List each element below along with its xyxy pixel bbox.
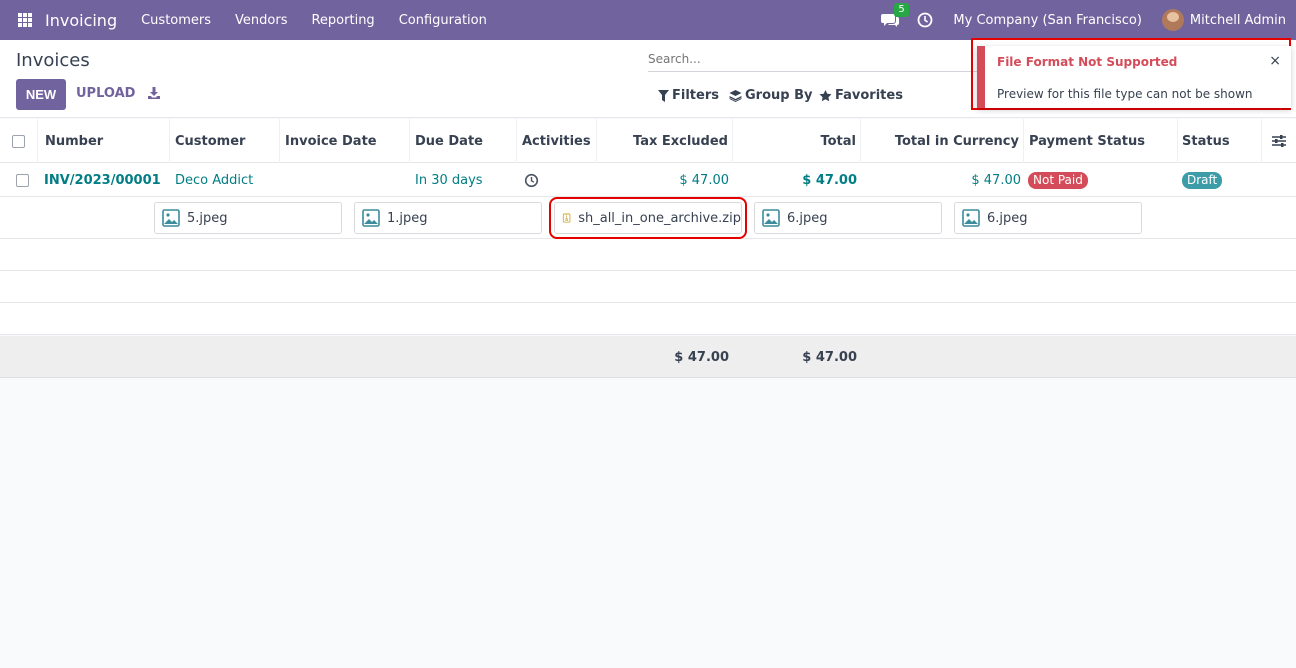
search-input[interactable] — [648, 48, 978, 70]
activity-icon[interactable] — [524, 173, 539, 188]
group-by-label: Group By — [745, 88, 813, 103]
column-activities[interactable]: Activities — [517, 119, 597, 163]
row-checkbox[interactable] — [15, 173, 29, 187]
new-button[interactable]: NEW — [16, 79, 66, 110]
chat-badge: 5 — [894, 3, 909, 17]
page-title: Invoices — [16, 50, 90, 71]
attachment-name: 5.jpeg — [187, 210, 228, 226]
filter-icon — [658, 89, 669, 102]
group-by-button[interactable]: Group By — [729, 88, 812, 103]
nav-configuration[interactable]: Configuration — [399, 13, 487, 28]
activity-clock-icon[interactable] — [917, 12, 933, 28]
status-badge: Draft — [1182, 171, 1223, 189]
footer-tax-excluded: $ 47.00 — [674, 349, 729, 365]
attachment-name: 1.jpeg — [387, 210, 428, 226]
company-switcher[interactable]: My Company (San Francisco) — [953, 13, 1141, 28]
select-all-cell — [0, 119, 38, 163]
total-value: $ 47.00 — [802, 172, 857, 188]
invoice-customer[interactable]: Deco Addict — [175, 163, 253, 197]
sliders-icon[interactable] — [1272, 135, 1286, 147]
filters-button[interactable]: Filters — [658, 88, 719, 103]
star-icon — [819, 89, 832, 101]
column-due-date[interactable]: Due Date — [410, 119, 517, 163]
attachment-item[interactable]: 5.jpeg — [154, 202, 342, 234]
table-header: Number Customer Invoice Date Due Date Ac… — [0, 119, 1296, 163]
payment-status-badge: Not Paid — [1028, 171, 1088, 189]
favorites-label: Favorites — [835, 88, 903, 103]
column-customer[interactable]: Customer — [170, 119, 280, 163]
invoice-list: Number Customer Invoice Date Due Date Ac… — [0, 119, 1296, 335]
tax-excluded-value: $ 47.00 — [679, 172, 729, 188]
empty-row — [0, 239, 1296, 271]
invoice-number[interactable]: INV/2023/00001 — [44, 163, 161, 197]
favorites-button[interactable]: Favorites — [819, 88, 903, 103]
status-cell: Draft — [1182, 163, 1223, 197]
image-file-icon — [162, 209, 180, 227]
image-file-icon — [362, 209, 380, 227]
attachments-row: 5.jpeg 1.jpeg sh_all_in_one_archive.zip … — [0, 197, 1296, 239]
column-total[interactable]: Total — [733, 119, 861, 163]
total-currency-value: $ 47.00 — [971, 172, 1021, 188]
user-menu[interactable]: Mitchell Admin — [1190, 13, 1286, 28]
attachment-item-zip[interactable]: sh_all_in_one_archive.zip — [549, 197, 747, 239]
column-status[interactable]: Status — [1178, 119, 1262, 163]
notification-title: File Format Not Supported — [997, 55, 1178, 69]
archive-file-icon — [562, 213, 571, 223]
activity-clock-cell — [524, 163, 539, 197]
nav-vendors[interactable]: Vendors — [235, 13, 287, 28]
empty-row — [0, 271, 1296, 303]
attachment-name: 6.jpeg — [787, 210, 828, 226]
column-tax-excluded[interactable]: Tax Excluded — [597, 119, 733, 163]
app-brand[interactable]: Invoicing — [45, 11, 117, 30]
payment-status-cell: Not Paid — [1028, 163, 1088, 197]
nav-reporting[interactable]: Reporting — [311, 13, 374, 28]
notification-toast: File Format Not Supported × Preview for … — [977, 46, 1291, 108]
user-avatar[interactable] — [1161, 9, 1184, 31]
download-icon[interactable] — [147, 86, 161, 100]
column-invoice-date[interactable]: Invoice Date — [280, 119, 410, 163]
search-bar — [648, 48, 978, 72]
image-file-icon — [962, 209, 980, 227]
table-row[interactable]: INV/2023/00001 Deco Addict In 30 days $ … — [0, 163, 1296, 197]
empty-row — [0, 303, 1296, 335]
apps-grid-icon[interactable] — [18, 13, 32, 27]
attachment-item[interactable]: 6.jpeg — [954, 202, 1142, 234]
notification-message: Preview for this file type can not be sh… — [997, 87, 1253, 101]
close-icon[interactable]: × — [1269, 53, 1281, 69]
row-select-cell — [0, 163, 44, 197]
select-all-checkbox[interactable] — [12, 134, 25, 148]
attachment-name: 6.jpeg — [987, 210, 1028, 226]
nav-customers[interactable]: Customers — [141, 13, 211, 28]
top-navbar: Invoicing Customers Vendors Reporting Co… — [0, 0, 1296, 40]
attachment-item[interactable]: 6.jpeg — [754, 202, 942, 234]
column-number[interactable]: Number — [38, 119, 170, 163]
image-file-icon — [762, 209, 780, 227]
column-total-currency[interactable]: Total in Currency — [861, 119, 1024, 163]
chat-icon[interactable]: 5 — [881, 3, 909, 28]
footer-total: $ 47.00 — [802, 349, 857, 365]
attachment-name: sh_all_in_one_archive.zip — [578, 210, 741, 226]
invoice-due-date: In 30 days — [415, 172, 483, 188]
upload-button[interactable]: UPLOAD — [76, 86, 135, 101]
filters-label: Filters — [672, 88, 719, 103]
optional-columns-cell — [1262, 119, 1296, 163]
column-payment-status[interactable]: Payment Status — [1024, 119, 1178, 163]
layers-icon — [729, 89, 742, 102]
attachment-item[interactable]: 1.jpeg — [354, 202, 542, 234]
table-footer: $ 47.00 $ 47.00 — [0, 336, 1296, 378]
